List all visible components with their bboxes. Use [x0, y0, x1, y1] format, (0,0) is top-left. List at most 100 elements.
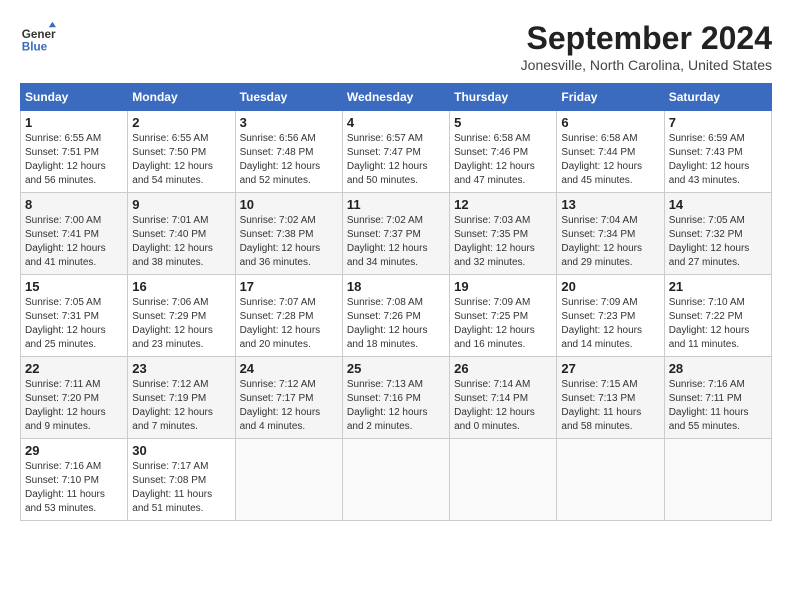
day-info: Sunrise: 7:05 AM Sunset: 7:31 PM Dayligh… [25, 297, 106, 350]
day-info: Sunrise: 6:55 AM Sunset: 7:50 PM Dayligh… [132, 133, 213, 186]
day-info: Sunrise: 6:55 AM Sunset: 7:51 PM Dayligh… [25, 133, 106, 186]
day-number: 2 [132, 115, 230, 130]
header-monday: Monday [128, 84, 235, 111]
day-number: 18 [347, 279, 445, 294]
day-info: Sunrise: 7:06 AM Sunset: 7:29 PM Dayligh… [132, 297, 213, 350]
day-info: Sunrise: 7:01 AM Sunset: 7:40 PM Dayligh… [132, 215, 213, 268]
day-info: Sunrise: 7:04 AM Sunset: 7:34 PM Dayligh… [561, 215, 642, 268]
day-number: 7 [669, 115, 767, 130]
table-row: 18 Sunrise: 7:08 AM Sunset: 7:26 PM Dayl… [342, 275, 449, 357]
table-row: 3 Sunrise: 6:56 AM Sunset: 7:48 PM Dayli… [235, 111, 342, 193]
table-row: 16 Sunrise: 7:06 AM Sunset: 7:29 PM Dayl… [128, 275, 235, 357]
day-number: 14 [669, 197, 767, 212]
table-row [450, 439, 557, 521]
day-number: 5 [454, 115, 552, 130]
day-info: Sunrise: 7:17 AM Sunset: 7:08 PM Dayligh… [132, 461, 212, 514]
day-info: Sunrise: 7:00 AM Sunset: 7:41 PM Dayligh… [25, 215, 106, 268]
day-number: 13 [561, 197, 659, 212]
day-number: 1 [25, 115, 123, 130]
day-info: Sunrise: 7:11 AM Sunset: 7:20 PM Dayligh… [25, 379, 106, 432]
title-block: September 2024 Jonesville, North Carolin… [521, 20, 772, 73]
table-row: 22 Sunrise: 7:11 AM Sunset: 7:20 PM Dayl… [21, 357, 128, 439]
day-number: 25 [347, 361, 445, 376]
table-row [235, 439, 342, 521]
table-row: 26 Sunrise: 7:14 AM Sunset: 7:14 PM Dayl… [450, 357, 557, 439]
header-friday: Friday [557, 84, 664, 111]
day-number: 8 [25, 197, 123, 212]
day-info: Sunrise: 6:56 AM Sunset: 7:48 PM Dayligh… [240, 133, 321, 186]
table-row: 2 Sunrise: 6:55 AM Sunset: 7:50 PM Dayli… [128, 111, 235, 193]
day-number: 10 [240, 197, 338, 212]
header-tuesday: Tuesday [235, 84, 342, 111]
logo: General Blue [20, 20, 56, 56]
day-info: Sunrise: 6:58 AM Sunset: 7:46 PM Dayligh… [454, 133, 535, 186]
day-number: 28 [669, 361, 767, 376]
header-wednesday: Wednesday [342, 84, 449, 111]
day-number: 4 [347, 115, 445, 130]
day-info: Sunrise: 6:57 AM Sunset: 7:47 PM Dayligh… [347, 133, 428, 186]
calendar-header: Sunday Monday Tuesday Wednesday Thursday… [21, 84, 772, 111]
day-number: 22 [25, 361, 123, 376]
header-saturday: Saturday [664, 84, 771, 111]
day-number: 20 [561, 279, 659, 294]
table-row [342, 439, 449, 521]
table-row: 12 Sunrise: 7:03 AM Sunset: 7:35 PM Dayl… [450, 193, 557, 275]
day-info: Sunrise: 7:12 AM Sunset: 7:17 PM Dayligh… [240, 379, 321, 432]
day-number: 3 [240, 115, 338, 130]
calendar-table: Sunday Monday Tuesday Wednesday Thursday… [20, 83, 772, 521]
day-info: Sunrise: 7:03 AM Sunset: 7:35 PM Dayligh… [454, 215, 535, 268]
table-row: 23 Sunrise: 7:12 AM Sunset: 7:19 PM Dayl… [128, 357, 235, 439]
table-row: 20 Sunrise: 7:09 AM Sunset: 7:23 PM Dayl… [557, 275, 664, 357]
day-number: 23 [132, 361, 230, 376]
table-row: 14 Sunrise: 7:05 AM Sunset: 7:32 PM Dayl… [664, 193, 771, 275]
day-number: 16 [132, 279, 230, 294]
day-info: Sunrise: 7:05 AM Sunset: 7:32 PM Dayligh… [669, 215, 750, 268]
table-row: 17 Sunrise: 7:07 AM Sunset: 7:28 PM Dayl… [235, 275, 342, 357]
table-row: 6 Sunrise: 6:58 AM Sunset: 7:44 PM Dayli… [557, 111, 664, 193]
header: General Blue September 2024 Jonesville, … [20, 20, 772, 73]
day-number: 6 [561, 115, 659, 130]
day-number: 11 [347, 197, 445, 212]
table-row: 21 Sunrise: 7:10 AM Sunset: 7:22 PM Dayl… [664, 275, 771, 357]
day-info: Sunrise: 7:15 AM Sunset: 7:13 PM Dayligh… [561, 379, 641, 432]
table-row: 7 Sunrise: 6:59 AM Sunset: 7:43 PM Dayli… [664, 111, 771, 193]
day-info: Sunrise: 7:16 AM Sunset: 7:10 PM Dayligh… [25, 461, 105, 514]
day-info: Sunrise: 6:59 AM Sunset: 7:43 PM Dayligh… [669, 133, 750, 186]
day-info: Sunrise: 7:09 AM Sunset: 7:25 PM Dayligh… [454, 297, 535, 350]
day-number: 26 [454, 361, 552, 376]
table-row: 11 Sunrise: 7:02 AM Sunset: 7:37 PM Dayl… [342, 193, 449, 275]
day-number: 29 [25, 443, 123, 458]
day-info: Sunrise: 7:16 AM Sunset: 7:11 PM Dayligh… [669, 379, 749, 432]
day-number: 9 [132, 197, 230, 212]
day-info: Sunrise: 7:10 AM Sunset: 7:22 PM Dayligh… [669, 297, 750, 350]
day-number: 30 [132, 443, 230, 458]
day-number: 17 [240, 279, 338, 294]
day-number: 21 [669, 279, 767, 294]
table-row: 15 Sunrise: 7:05 AM Sunset: 7:31 PM Dayl… [21, 275, 128, 357]
svg-text:General: General [22, 28, 56, 41]
table-row: 4 Sunrise: 6:57 AM Sunset: 7:47 PM Dayli… [342, 111, 449, 193]
day-number: 12 [454, 197, 552, 212]
table-row: 5 Sunrise: 6:58 AM Sunset: 7:46 PM Dayli… [450, 111, 557, 193]
svg-text:Blue: Blue [22, 41, 48, 54]
table-row: 28 Sunrise: 7:16 AM Sunset: 7:11 PM Dayl… [664, 357, 771, 439]
day-number: 24 [240, 361, 338, 376]
day-number: 27 [561, 361, 659, 376]
day-info: Sunrise: 7:09 AM Sunset: 7:23 PM Dayligh… [561, 297, 642, 350]
day-info: Sunrise: 7:02 AM Sunset: 7:37 PM Dayligh… [347, 215, 428, 268]
day-info: Sunrise: 7:08 AM Sunset: 7:26 PM Dayligh… [347, 297, 428, 350]
day-number: 15 [25, 279, 123, 294]
header-sunday: Sunday [21, 84, 128, 111]
table-row: 30 Sunrise: 7:17 AM Sunset: 7:08 PM Dayl… [128, 439, 235, 521]
day-info: Sunrise: 7:13 AM Sunset: 7:16 PM Dayligh… [347, 379, 428, 432]
logo-icon: General Blue [20, 20, 56, 56]
table-row: 29 Sunrise: 7:16 AM Sunset: 7:10 PM Dayl… [21, 439, 128, 521]
day-info: Sunrise: 7:02 AM Sunset: 7:38 PM Dayligh… [240, 215, 321, 268]
table-row: 27 Sunrise: 7:15 AM Sunset: 7:13 PM Dayl… [557, 357, 664, 439]
calendar-body: 1 Sunrise: 6:55 AM Sunset: 7:51 PM Dayli… [21, 111, 772, 521]
table-row: 24 Sunrise: 7:12 AM Sunset: 7:17 PM Dayl… [235, 357, 342, 439]
day-info: Sunrise: 7:14 AM Sunset: 7:14 PM Dayligh… [454, 379, 535, 432]
header-thursday: Thursday [450, 84, 557, 111]
location: Jonesville, North Carolina, United State… [521, 57, 772, 73]
table-row: 19 Sunrise: 7:09 AM Sunset: 7:25 PM Dayl… [450, 275, 557, 357]
